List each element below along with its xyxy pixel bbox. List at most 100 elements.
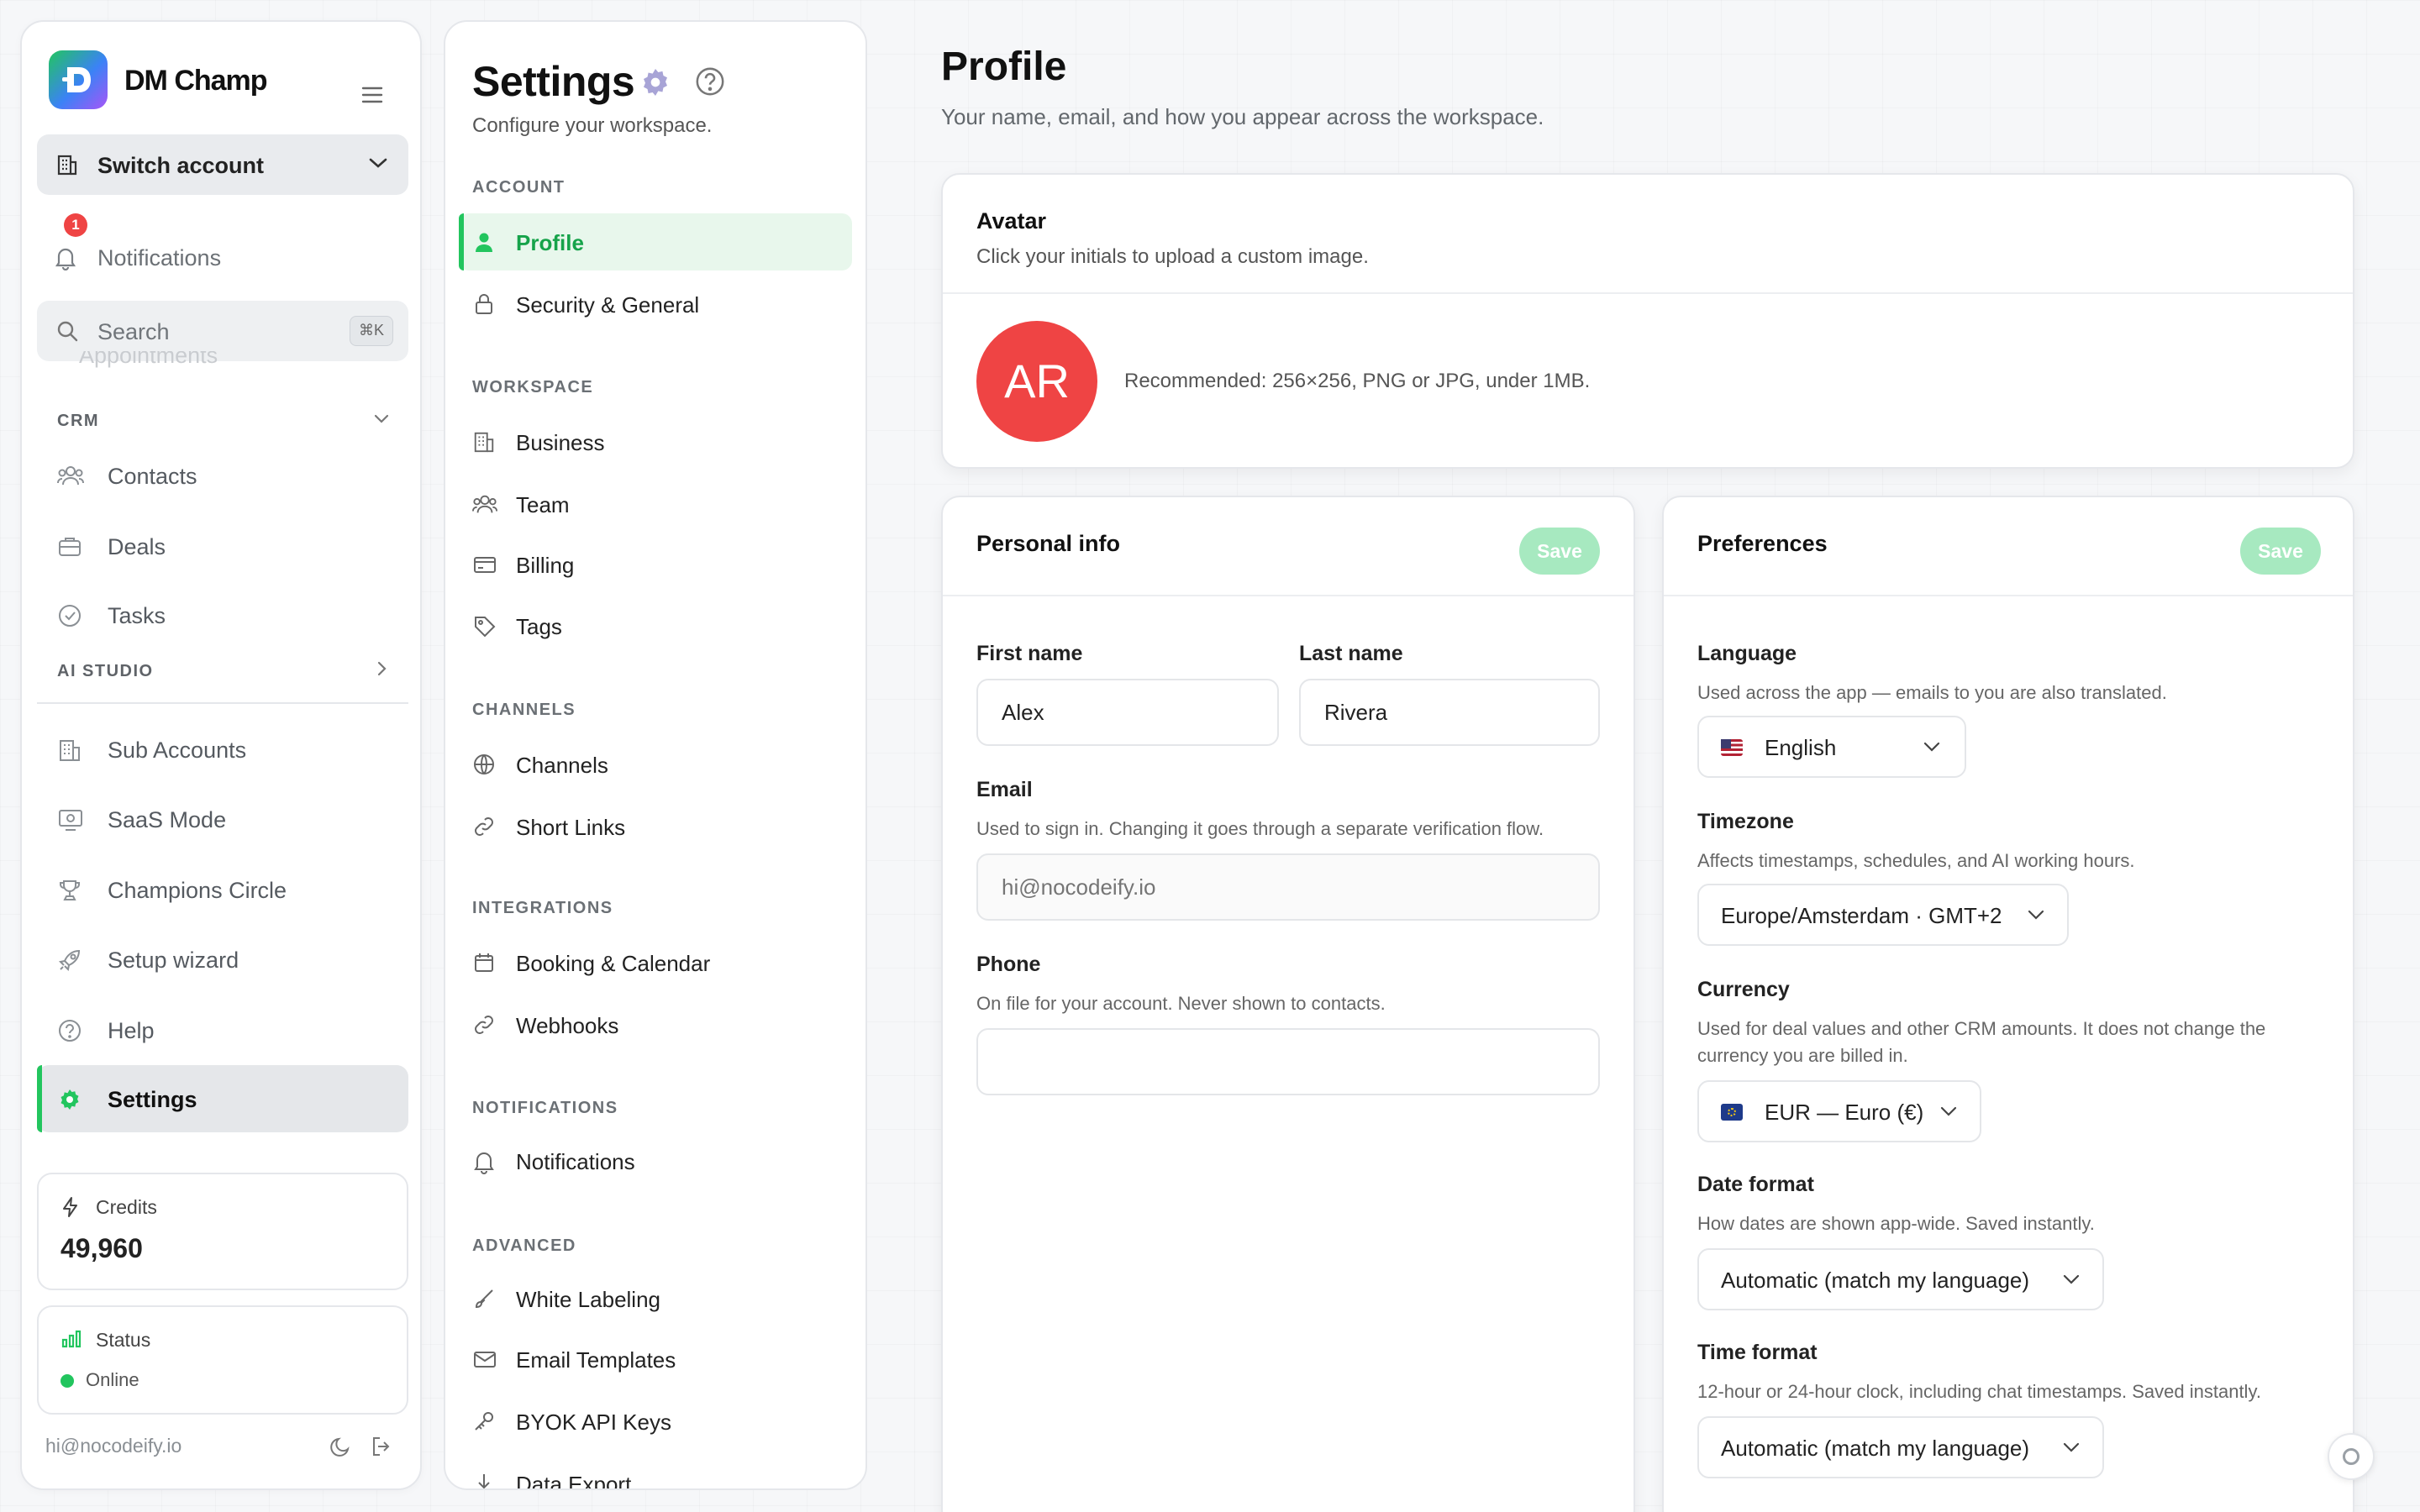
nav-item-notifications[interactable]: Notifications (459, 1132, 852, 1189)
help-icon (57, 1018, 82, 1043)
nav-item-business[interactable]: Business (459, 413, 852, 470)
currency-help-line-1: Used for deal values and other CRM amoun… (1697, 1018, 2266, 1039)
nav-item-label: Channels (516, 753, 608, 778)
sidebar-item-contacts[interactable]: Contacts (37, 445, 408, 506)
sidebar-item-label: SaaS Mode (108, 807, 227, 832)
timezone-select[interactable]: Europe/Amsterdam · GMT+2 (1697, 884, 2069, 946)
card-divider (1664, 595, 2353, 596)
sidebar-item-settings[interactable]: Settings (37, 1065, 408, 1132)
building-icon (57, 738, 82, 763)
nav-item-label: Webhooks (516, 1013, 619, 1038)
chevron-down-icon (2062, 1441, 2081, 1453)
phone-field[interactable] (976, 1028, 1600, 1095)
moon-icon[interactable] (329, 1435, 353, 1458)
sidebar-item-label: Notifications (97, 245, 222, 270)
nav-item-data-export[interactable]: Data Export (459, 1455, 852, 1488)
nav-item-byok-api-keys[interactable]: BYOK API Keys (459, 1393, 852, 1450)
chevron-down-icon (2062, 1273, 2081, 1285)
settings-title: Settings (472, 58, 635, 105)
nav-item-security-general[interactable]: Security & General (459, 276, 852, 333)
credits-label: Credits (96, 1196, 157, 1218)
sidebar-item-help[interactable]: Help (37, 1000, 408, 1060)
save-personal-button[interactable]: Save (1519, 528, 1600, 575)
brand-logo-icon[interactable] (49, 50, 108, 109)
sidebar-item-sub-accounts[interactable]: Sub Accounts (37, 719, 408, 780)
online-indicator (60, 1374, 74, 1388)
currency-label: Currency (1697, 978, 1790, 1001)
timezone-value: Europe/Amsterdam · GMT+2 (1721, 903, 2002, 928)
nav-section-notifications: NOTIFICATIONS (472, 1099, 618, 1117)
language-select[interactable]: English (1697, 716, 1966, 778)
brush-icon (472, 1287, 496, 1310)
users-icon (472, 492, 497, 516)
nav-item-profile[interactable]: Profile (459, 213, 852, 270)
status-label: Status (96, 1329, 151, 1351)
hamburger-menu-icon[interactable] (361, 86, 383, 104)
crm-section-label: CRM (57, 412, 100, 430)
date-format-help: How dates are shown app-wide. Saved inst… (1697, 1213, 2095, 1234)
sidebar-item-saas-mode[interactable]: SaaS Mode (37, 789, 408, 849)
assistant-launcher-button[interactable] (2328, 1433, 2375, 1480)
chevron-down-icon (1923, 741, 1941, 753)
avatar[interactable]: AR (976, 321, 1097, 442)
sidebar-item-champions-circle[interactable]: Champions Circle (37, 859, 408, 920)
sidebar-item-label: Help (108, 1018, 155, 1043)
globe-icon (472, 753, 496, 776)
page-title: Profile (941, 45, 1067, 89)
credits-card: Credits 49,960 (37, 1173, 408, 1290)
sidebar-item-appointments[interactable]: Appointments (79, 351, 218, 373)
link-icon (472, 815, 496, 838)
nav-item-label: Booking & Calendar (516, 951, 711, 976)
users-icon (57, 464, 84, 487)
status-value: Online (86, 1369, 139, 1390)
lock-icon (472, 292, 496, 316)
building-icon (55, 153, 79, 176)
date-format-label: Date format (1697, 1173, 1814, 1196)
chevron-down-icon[interactable] (373, 413, 390, 425)
save-preferences-button[interactable]: Save (2240, 528, 2321, 575)
language-value: English (1765, 735, 1837, 760)
date-format-select[interactable]: Automatic (match my language) (1697, 1248, 2104, 1310)
nav-item-email-templates[interactable]: Email Templates (459, 1331, 852, 1388)
sidebar-item-setup-wizard[interactable]: Setup wizard (37, 929, 408, 990)
sidebar-item-tasks[interactable]: Tasks (37, 585, 408, 645)
first-name-label: First name (976, 642, 1083, 665)
chevron-right-icon[interactable] (376, 660, 388, 677)
nav-item-label: Email Templates (516, 1347, 676, 1373)
nav-item-short-links[interactable]: Short Links (459, 798, 852, 855)
sidebar-item-notifications[interactable]: Notifications (37, 227, 408, 287)
time-format-label: Time format (1697, 1341, 1818, 1364)
chevron-down-icon (368, 156, 388, 170)
tag-icon (472, 614, 497, 639)
nav-item-webhooks[interactable]: Webhooks (459, 996, 852, 1053)
bar-chart-icon (60, 1329, 82, 1349)
nav-section-account: ACCOUNT (472, 178, 566, 197)
building-icon (472, 430, 496, 454)
rocket-icon (57, 948, 82, 973)
key-icon (472, 1410, 496, 1433)
nav-item-booking-calendar[interactable]: Booking & Calendar (459, 934, 852, 991)
nav-item-white-labeling[interactable]: White Labeling (459, 1270, 852, 1327)
logout-icon[interactable] (370, 1435, 393, 1458)
nav-item-label: Short Links (516, 815, 626, 840)
time-format-select[interactable]: Automatic (match my language) (1697, 1416, 2104, 1478)
first-name-field[interactable] (976, 679, 1279, 746)
date-format-value: Automatic (match my language) (1721, 1268, 2030, 1293)
sidebar-item-deals[interactable]: Deals (37, 516, 408, 576)
nav-item-label: Data Export (516, 1472, 632, 1488)
switch-account-button[interactable]: Switch account (37, 134, 408, 195)
nav-item-team[interactable]: Team (459, 475, 852, 533)
nav-item-billing[interactable]: Billing (459, 536, 852, 593)
phone-label: Phone (976, 953, 1041, 976)
help-icon[interactable] (694, 66, 726, 97)
last-name-field[interactable] (1299, 679, 1600, 746)
nav-item-channels[interactable]: Channels (459, 736, 852, 793)
sidebar-item-label: Sub Accounts (108, 738, 247, 763)
nav-section-advanced: ADVANCED (472, 1236, 576, 1255)
email-field[interactable] (976, 853, 1600, 921)
nav-item-tags[interactable]: Tags (459, 597, 852, 654)
currency-select[interactable]: EUR — Euro (€) (1697, 1080, 1981, 1142)
currency-help-line-2: currency you are billed in. (1697, 1045, 1908, 1066)
nav-item-label: Business (516, 430, 605, 455)
calendar-icon (472, 951, 496, 974)
